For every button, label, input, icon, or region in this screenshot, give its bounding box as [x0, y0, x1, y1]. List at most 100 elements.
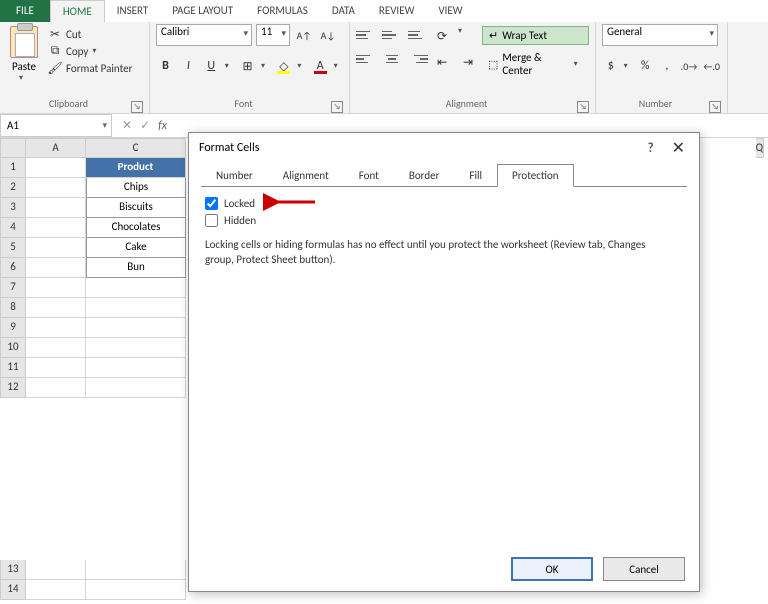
cancel-entry-icon[interactable]: ✕	[122, 118, 132, 133]
copy-button[interactable]: ⧉Copy▾	[46, 43, 134, 59]
cell[interactable]	[86, 560, 186, 580]
percent-button[interactable]: %	[636, 56, 654, 76]
cell[interactable]	[86, 338, 186, 358]
cell[interactable]	[86, 278, 186, 298]
dtab-number[interactable]: Number	[201, 164, 268, 187]
cut-button[interactable]: ✂Cut	[46, 26, 134, 42]
hidden-checkbox-row[interactable]: Hidden	[205, 214, 687, 227]
cell[interactable]	[26, 560, 86, 580]
fx-icon[interactable]: fx	[158, 119, 167, 133]
cell[interactable]: Bun	[86, 258, 186, 278]
tab-view[interactable]: VIEW	[426, 0, 474, 22]
row-header[interactable]: 8	[0, 298, 26, 318]
font-launcher[interactable]: ↘	[331, 101, 343, 113]
row-header[interactable]: 9	[0, 318, 26, 338]
cell[interactable]: Product	[86, 158, 186, 178]
font-size-select[interactable]: 11	[256, 24, 290, 46]
row-header[interactable]: 3	[0, 198, 26, 218]
dtab-protection[interactable]: Protection	[497, 164, 574, 187]
row-header[interactable]: 7	[0, 278, 26, 298]
number-format-select[interactable]: General	[602, 24, 718, 46]
cell[interactable]	[26, 378, 86, 398]
paste-button[interactable]: Paste ▾	[6, 24, 42, 95]
clipboard-launcher[interactable]: ↘	[131, 101, 143, 113]
orientation-button[interactable]: ⟳	[432, 26, 452, 46]
cell[interactable]: Biscuits	[86, 198, 186, 218]
cell[interactable]	[26, 318, 86, 338]
row-header[interactable]: 1	[0, 158, 26, 178]
format-painter-button[interactable]: 🖌Format Painter	[46, 60, 134, 76]
row-header[interactable]: 14	[0, 580, 26, 600]
bold-button[interactable]: B	[156, 56, 175, 76]
cell[interactable]	[26, 258, 86, 278]
tab-review[interactable]: REVIEW	[367, 0, 427, 22]
align-top-button[interactable]	[356, 26, 376, 44]
row-header[interactable]: 13	[0, 560, 26, 580]
col-header-a[interactable]: A	[26, 138, 86, 158]
cell[interactable]	[26, 338, 86, 358]
increase-font-button[interactable]: A↑	[294, 25, 314, 45]
cell[interactable]	[26, 158, 86, 178]
cell[interactable]: Chips	[86, 178, 186, 198]
tab-pagelayout[interactable]: PAGE LAYOUT	[160, 0, 245, 22]
italic-button[interactable]: I	[179, 56, 198, 76]
row-header[interactable]: 10	[0, 338, 26, 358]
dtab-alignment[interactable]: Alignment	[268, 164, 344, 187]
dtab-border[interactable]: Border	[394, 164, 455, 187]
select-all-corner[interactable]	[0, 138, 26, 158]
name-box[interactable]: A1	[0, 114, 112, 137]
row-header[interactable]: 4	[0, 218, 26, 238]
cell[interactable]	[26, 178, 86, 198]
underline-button[interactable]: U	[202, 56, 221, 76]
row-header[interactable]: 12	[0, 378, 26, 398]
dialog-close-button[interactable]: ✕	[668, 138, 689, 158]
cell[interactable]	[86, 318, 186, 338]
cell[interactable]: Cake	[86, 238, 186, 258]
align-right-button[interactable]	[408, 50, 428, 68]
decrease-decimal-button[interactable]: ←.0	[702, 56, 721, 76]
cell[interactable]	[26, 278, 86, 298]
align-bottom-button[interactable]	[408, 26, 428, 44]
increase-decimal-button[interactable]: .0→	[680, 56, 699, 76]
dtab-fill[interactable]: Fill	[454, 164, 497, 187]
paste-dropdown[interactable]: ▾	[19, 73, 29, 83]
tab-home[interactable]: HOME	[50, 0, 105, 22]
tab-insert[interactable]: INSERT	[105, 0, 161, 22]
tab-file[interactable]: FILE	[0, 0, 50, 22]
cell[interactable]	[26, 580, 86, 600]
number-launcher[interactable]: ↘	[709, 101, 721, 113]
cell[interactable]	[26, 298, 86, 318]
decrease-indent-button[interactable]: ⇤	[432, 52, 452, 72]
col-header-c[interactable]: C	[86, 138, 186, 158]
font-color-button[interactable]: A	[311, 56, 330, 76]
cell[interactable]	[86, 580, 186, 600]
ok-button[interactable]: OK	[511, 557, 593, 581]
confirm-entry-icon[interactable]: ✓	[140, 118, 150, 133]
locked-checkbox[interactable]	[205, 197, 218, 210]
cell[interactable]	[26, 198, 86, 218]
currency-button[interactable]: $	[602, 56, 620, 76]
align-middle-button[interactable]	[382, 26, 402, 44]
dtab-font[interactable]: Font	[344, 164, 394, 187]
merge-center-button[interactable]: ⬚Merge & Center▾	[482, 49, 589, 79]
row-header[interactable]: 6	[0, 258, 26, 278]
row-header[interactable]: 5	[0, 238, 26, 258]
fill-color-button[interactable]: ◇	[274, 56, 293, 76]
border-button[interactable]: ⊞	[238, 56, 257, 76]
alignment-launcher[interactable]: ↘	[577, 101, 589, 113]
cell[interactable]	[86, 298, 186, 318]
decrease-font-button[interactable]: A↓	[318, 25, 338, 45]
dialog-help-button[interactable]: ?	[648, 141, 654, 156]
tab-data[interactable]: DATA	[320, 0, 367, 22]
tab-formulas[interactable]: FORMULAS	[245, 0, 320, 22]
wrap-text-button[interactable]: ↵Wrap Text	[482, 26, 589, 45]
comma-button[interactable]: ,	[658, 56, 676, 76]
cell[interactable]	[26, 358, 86, 378]
cell[interactable]	[26, 238, 86, 258]
align-center-button[interactable]	[382, 50, 402, 68]
cell[interactable]: Chocolates	[86, 218, 186, 238]
row-header[interactable]: 2	[0, 178, 26, 198]
cell[interactable]	[86, 358, 186, 378]
cancel-button[interactable]: Cancel	[603, 557, 685, 581]
col-header-q[interactable]: Q	[756, 138, 764, 158]
